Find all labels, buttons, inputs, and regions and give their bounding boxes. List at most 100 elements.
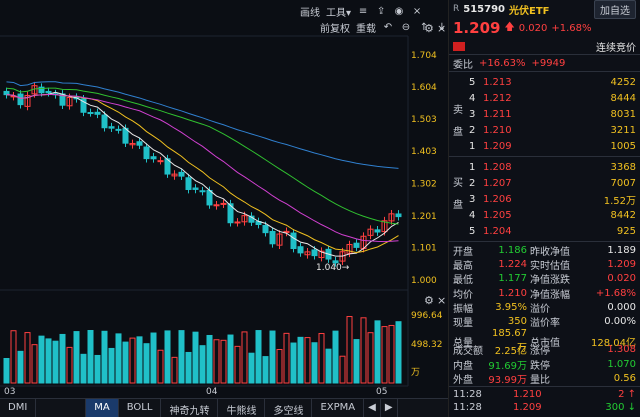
- volume-bar: [248, 352, 255, 384]
- trading-status: 连续竞价: [596, 42, 636, 54]
- price-axis-label: 1.101: [411, 244, 437, 254]
- price-axis-label: 1.201: [411, 212, 437, 222]
- close-icon-vol[interactable]: ×: [437, 294, 446, 307]
- ma20-line: [6, 94, 399, 243]
- tick-list: 11:28 1.210 2 ↑ 11:28 1.209 300 ↓: [449, 387, 640, 415]
- volume-bar: [157, 349, 164, 384]
- ask-row: 2 1.210 3211: [469, 124, 636, 136]
- volume-bar: [332, 330, 339, 384]
- current-price: 1.209: [453, 19, 501, 37]
- candle-body: [374, 229, 381, 233]
- volume-bar: [150, 332, 157, 384]
- quote-header: R 515790 光伏ETF 加自选: [449, 0, 640, 19]
- volume-bar: [304, 337, 311, 384]
- candle-body: [136, 141, 143, 146]
- volume-bar: [10, 330, 17, 384]
- volume-bar: [353, 339, 360, 384]
- candle-body: [101, 114, 108, 129]
- bid-row: 1 1.208 3368: [469, 161, 636, 173]
- tick-row: 11:28 1.209 300 ↓: [453, 401, 636, 413]
- volume-bar: [122, 341, 129, 384]
- stock-name: 光伏ETF: [509, 5, 550, 17]
- price-axis-label: 1.704: [411, 51, 437, 61]
- volume-bar: [206, 334, 213, 384]
- gear-icon[interactable]: ⚙: [424, 22, 434, 35]
- volume-bar: [199, 345, 206, 384]
- ask-row: 4 1.212 8444: [469, 92, 636, 104]
- volume-bar: [269, 330, 276, 384]
- volume-bar: [101, 330, 108, 384]
- tab-jiuzhuan[interactable]: 神奇九转: [161, 399, 219, 417]
- volume-bar: [73, 331, 80, 384]
- low-marker: 1.040→: [316, 263, 350, 273]
- candle-body: [45, 90, 52, 94]
- volume-bar: [108, 347, 115, 384]
- candle-body: [3, 90, 10, 96]
- tab-ma[interactable]: MA: [86, 399, 119, 417]
- gear-icon-vol[interactable]: ⚙: [424, 294, 434, 307]
- volume-bar: [185, 351, 192, 384]
- volume-bar: [59, 333, 66, 384]
- stat-row: 开盘 1.186 昨收净值 1.189: [453, 245, 636, 258]
- stat-row: 内盘 91.69万 跌停 1.070: [453, 358, 636, 372]
- volume-bar: [115, 333, 122, 384]
- candle-body: [185, 177, 192, 190]
- candle-body: [234, 221, 241, 224]
- candle-body: [115, 128, 122, 131]
- bid-row: 5 1.204 925: [469, 225, 636, 237]
- candle-body: [269, 230, 276, 245]
- volume-bar: [80, 353, 87, 384]
- candle-body: [108, 126, 115, 129]
- tab-scroll-right[interactable]: ▶: [381, 399, 398, 417]
- volume-bar: [52, 340, 59, 384]
- volume-bar: [360, 317, 367, 384]
- stat-row: 均价 1.210 净值涨幅 +1.68%: [453, 287, 636, 301]
- volume-bar: [213, 339, 220, 384]
- volume-bar: [220, 339, 227, 384]
- volume-bar: [136, 336, 143, 384]
- tab-expma[interactable]: EXPMA: [312, 399, 365, 417]
- add-watchlist-button[interactable]: 加自选: [594, 0, 636, 19]
- kline-chart[interactable]: 1.704 1.604 1.503 1.403 1.302 1.201 1.101 1.000…: [0, 0, 448, 398]
- tab-niuxiong[interactable]: 牛熊线: [218, 399, 266, 417]
- volume-bar: [374, 320, 381, 384]
- date-axis-label: 05: [376, 387, 387, 397]
- china-flag-icon: [453, 41, 465, 51]
- candle-body: [199, 190, 206, 193]
- ask-row: 1 1.209 1005: [469, 140, 636, 152]
- price-axis-label: 1.604: [411, 83, 437, 93]
- date-axis-label: 03: [4, 387, 15, 397]
- close-icon-top[interactable]: ×: [437, 22, 446, 35]
- volume-bar: [325, 348, 332, 384]
- volume-bar: [297, 336, 304, 384]
- volume-bar: [38, 335, 45, 384]
- settings-icon-top: ⚙ × ⚙ ×: [424, 22, 446, 307]
- volume-bar: [381, 326, 388, 384]
- price-change: 0.020: [518, 22, 548, 34]
- price-axis-label: 1.503: [411, 115, 437, 125]
- price-axis-label: 1.403: [411, 147, 437, 157]
- candle-body: [150, 156, 157, 160]
- volume-bar: [66, 346, 73, 384]
- tab-scroll-left[interactable]: ◀: [364, 399, 381, 417]
- weibi-row: 委比 +16.63% +9949: [453, 57, 566, 71]
- quote-panel: R 515790 光伏ETF 加自选 1.209 🡅 0.020 +1.68% …: [448, 0, 640, 417]
- stat-row: 现量 350 溢价率 0.00%: [453, 315, 636, 329]
- tab-duokong[interactable]: 多空线: [265, 399, 313, 417]
- volume-bar: [143, 343, 150, 384]
- volume-bar: [24, 332, 31, 384]
- tab-dmi[interactable]: DMI: [0, 399, 37, 417]
- volume-bar: [367, 332, 374, 384]
- ask-book: 卖盘 5 1.213 4252 4 1.212 8444 3 1.211 8031 2 1.210 3…: [449, 72, 640, 156]
- volume-bar: [346, 316, 353, 384]
- ask-row: 5 1.213 4252: [469, 76, 636, 88]
- candle-body: [17, 93, 24, 106]
- tab-boll[interactable]: BOLL: [119, 399, 162, 417]
- candle-body: [178, 171, 185, 177]
- bid-row: 3 1.206 1.52万: [469, 193, 636, 207]
- volume-bar: [17, 350, 24, 384]
- price-change-pct: +1.68%: [551, 22, 592, 34]
- volume-bar: [87, 330, 94, 384]
- tick-row: 11:28 1.210 2 ↑: [453, 388, 636, 400]
- candle-body: [192, 187, 199, 190]
